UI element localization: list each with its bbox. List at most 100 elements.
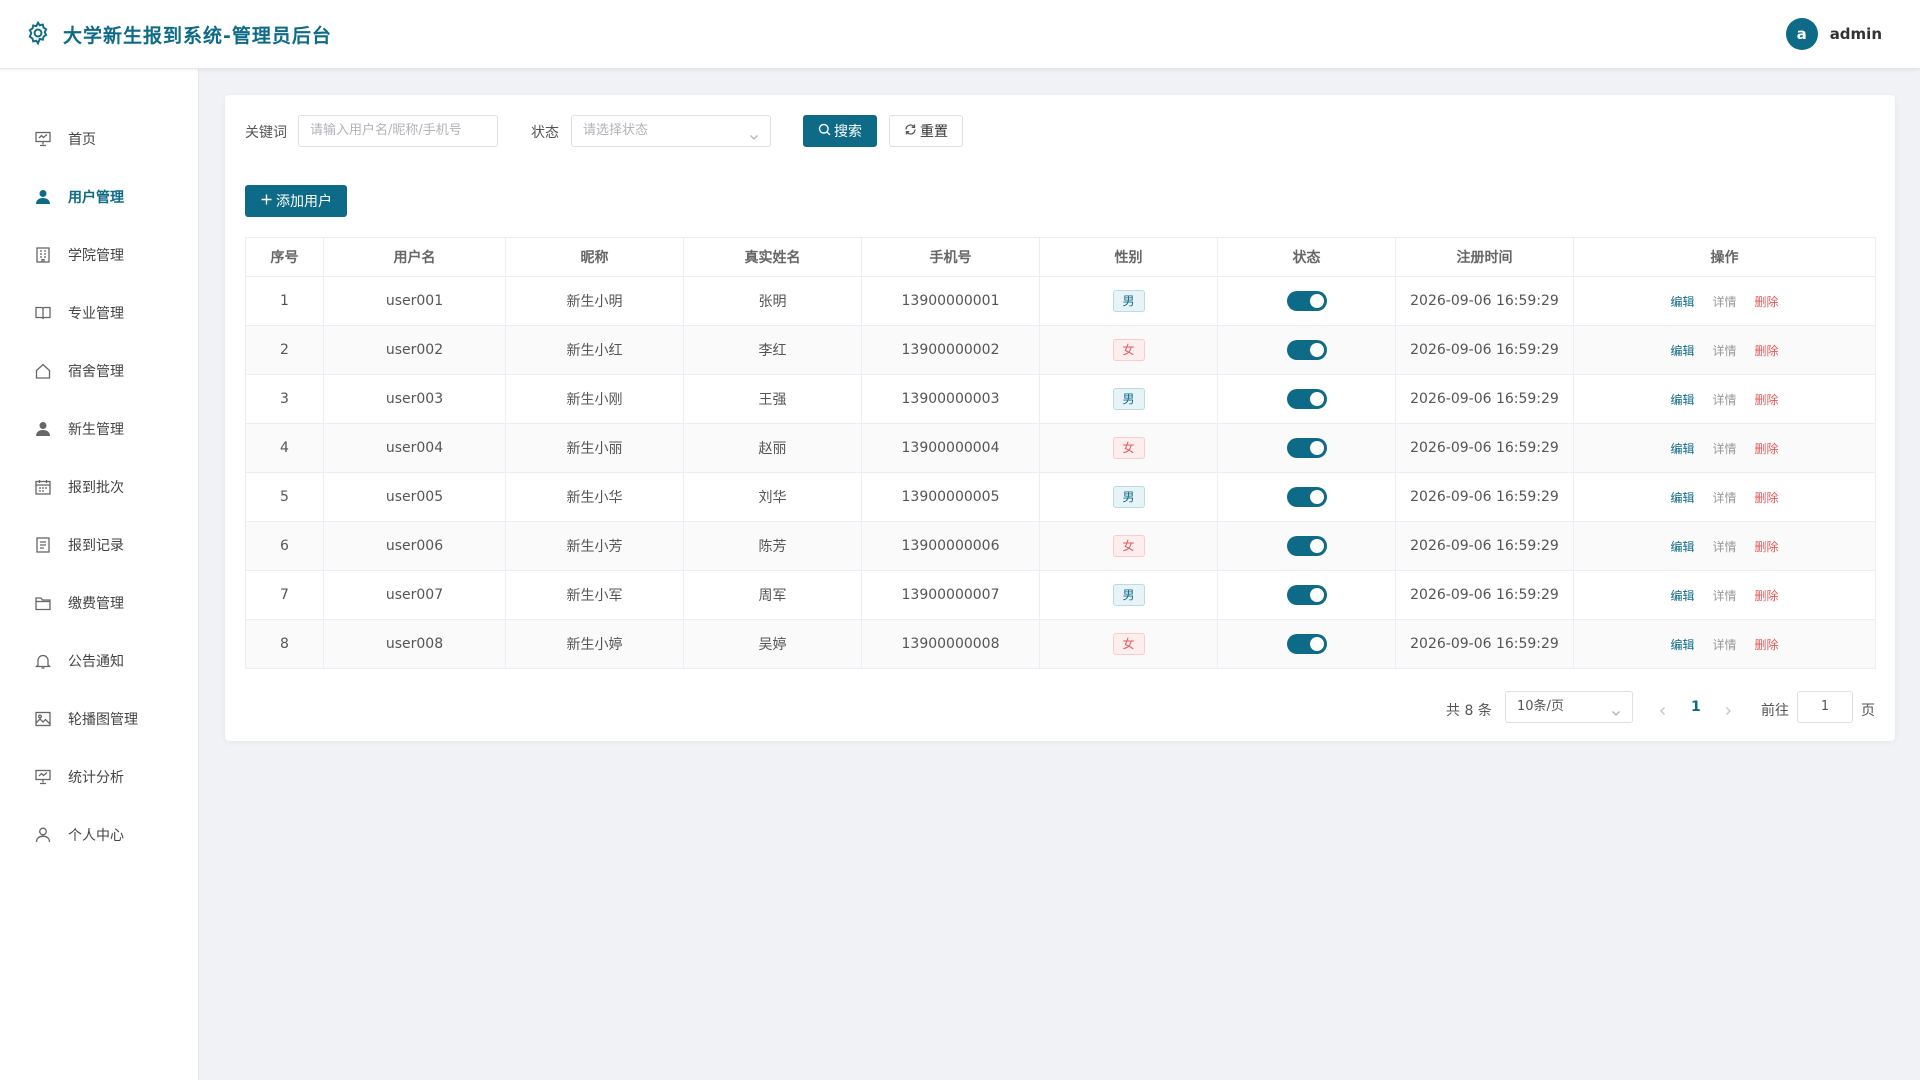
cell-realname: 李红 (683, 325, 862, 375)
detail-link[interactable]: 详情 (1712, 538, 1736, 555)
goto-page-input[interactable]: 1 (1797, 691, 1853, 723)
column-header: 注册时间 (1395, 237, 1574, 277)
edit-link[interactable]: 编辑 (1670, 538, 1694, 555)
edit-link[interactable]: 编辑 (1670, 293, 1694, 310)
sidebar-item-statistics[interactable]: 统计分析 (0, 753, 199, 801)
delete-link[interactable]: 删除 (1755, 587, 1779, 604)
status-toggle[interactable] (1286, 487, 1327, 507)
table-row: 6 user006 新生小芳 陈芳 13900000006 女 2026-09-06 16:… (245, 521, 1876, 571)
cell-registered: 2026-09-06 16:59:29 (1395, 619, 1574, 669)
status-toggle[interactable] (1286, 389, 1327, 409)
cell-realname: 陈芳 (683, 521, 862, 571)
cell-realname: 周军 (683, 570, 862, 620)
sidebar-item-colleges[interactable]: 学院管理 (0, 231, 199, 279)
add-user-button[interactable]: 添加用户 (245, 185, 347, 217)
cell-actions: 编辑 详情 删除 (1573, 570, 1876, 620)
edit-link[interactable]: 编辑 (1670, 489, 1694, 506)
delete-link[interactable]: 删除 (1755, 391, 1779, 408)
keyword-input[interactable]: 请输入用户名/昵称/手机号 (298, 115, 498, 147)
cell-realname: 吴婷 (683, 619, 862, 669)
detail-link[interactable]: 详情 (1712, 587, 1736, 604)
avatar[interactable]: a (1785, 18, 1818, 50)
cell-index: 6 (245, 521, 324, 571)
sidebar-item-notices[interactable]: 公告通知 (0, 637, 199, 685)
cell-actions: 编辑 详情 删除 (1573, 521, 1876, 571)
user-menu[interactable]: a admin (1785, 18, 1882, 50)
next-page-button[interactable] (1723, 701, 1733, 715)
edit-link[interactable]: 编辑 (1670, 636, 1694, 653)
cell-registered: 2026-09-06 16:59:29 (1395, 325, 1574, 375)
status-select[interactable]: 请选择状态 (571, 115, 771, 147)
cell-registered: 2026-09-06 16:59:29 (1395, 423, 1574, 473)
sidebar-item-label: 缴费管理 (68, 596, 124, 612)
cell-username: user003 (323, 374, 506, 424)
cell-index: 4 (245, 423, 324, 473)
sidebar-item-majors[interactable]: 专业管理 (0, 289, 199, 337)
gender-tag: 男 (1112, 290, 1145, 312)
sidebar-item-home[interactable]: 首页 (0, 115, 199, 163)
edit-link[interactable]: 编辑 (1670, 391, 1694, 408)
sidebar-item-label: 宿舍管理 (68, 364, 124, 380)
detail-link[interactable]: 详情 (1712, 440, 1736, 457)
delete-link[interactable]: 删除 (1755, 342, 1779, 359)
cell-username: user008 (323, 619, 506, 669)
column-header: 性别 (1039, 237, 1218, 277)
gender-tag: 女 (1112, 535, 1145, 557)
reset-button-label: 重置 (920, 124, 948, 140)
status-toggle[interactable] (1286, 438, 1327, 458)
status-toggle[interactable] (1286, 340, 1327, 360)
sidebar-item-carousel[interactable]: 轮播图管理 (0, 695, 199, 743)
sidebar-item-label: 学院管理 (68, 248, 124, 264)
sidebar-item-payments[interactable]: 缴费管理 (0, 579, 199, 627)
detail-link[interactable]: 详情 (1712, 636, 1736, 653)
cell-registered: 2026-09-06 16:59:29 (1395, 570, 1574, 620)
cell-phone: 13900000006 (861, 521, 1040, 571)
edit-link[interactable]: 编辑 (1670, 587, 1694, 604)
sidebar-item-users[interactable]: 用户管理 (0, 173, 199, 221)
refresh-icon (904, 123, 920, 140)
sidebar-item-batches[interactable]: 报到批次 (0, 463, 199, 511)
detail-link[interactable]: 详情 (1712, 489, 1736, 506)
gender-tag: 女 (1112, 437, 1145, 459)
page-size-select[interactable]: 10条/页 (1505, 691, 1633, 723)
cell-gender: 女 (1039, 423, 1218, 473)
search-button[interactable]: 搜索 (803, 115, 877, 147)
cell-nickname: 新生小军 (505, 570, 684, 620)
cell-username: user001 (323, 276, 506, 326)
status-toggle[interactable] (1286, 536, 1327, 556)
delete-link[interactable]: 删除 (1755, 489, 1779, 506)
sidebar-item-dorms[interactable]: 宿舍管理 (0, 347, 199, 395)
delete-link[interactable]: 删除 (1755, 636, 1779, 653)
detail-link[interactable]: 详情 (1712, 293, 1736, 310)
prev-page-button[interactable] (1658, 701, 1668, 715)
sidebar-item-freshmen[interactable]: 新生管理 (0, 405, 199, 453)
table-row: 4 user004 新生小丽 赵丽 13900000004 女 2026-09-06 16:… (245, 423, 1876, 473)
cell-phone: 13900000007 (861, 570, 1040, 620)
delete-link[interactable]: 删除 (1755, 440, 1779, 457)
status-toggle[interactable] (1286, 585, 1327, 605)
presentation-icon (34, 768, 52, 786)
cell-status (1217, 570, 1396, 620)
username[interactable]: admin (1830, 25, 1882, 43)
reset-button[interactable]: 重置 (889, 115, 963, 147)
cell-actions: 编辑 详情 删除 (1573, 619, 1876, 669)
edit-link[interactable]: 编辑 (1670, 342, 1694, 359)
gender-tag: 女 (1112, 339, 1145, 361)
sidebar-item-profile[interactable]: 个人中心 (0, 811, 199, 859)
cell-gender: 男 (1039, 276, 1218, 326)
table-row: 2 user002 新生小红 李红 13900000002 女 2026-09-06 16:… (245, 325, 1876, 375)
delete-link[interactable]: 删除 (1755, 538, 1779, 555)
status-toggle[interactable] (1286, 634, 1327, 654)
cell-index: 2 (245, 325, 324, 375)
edit-link[interactable]: 编辑 (1670, 440, 1694, 457)
status-toggle[interactable] (1286, 291, 1327, 311)
detail-link[interactable]: 详情 (1712, 342, 1736, 359)
sidebar-item-label: 轮播图管理 (68, 712, 138, 728)
delete-link[interactable]: 删除 (1755, 293, 1779, 310)
page-number-current[interactable]: 1 (1691, 699, 1701, 715)
chevron-down-icon (748, 125, 760, 140)
detail-link[interactable]: 详情 (1712, 391, 1736, 408)
sidebar-item-records[interactable]: 报到记录 (0, 521, 199, 569)
cell-nickname: 新生小刚 (505, 374, 684, 424)
sidebar-item-label: 专业管理 (68, 306, 124, 322)
